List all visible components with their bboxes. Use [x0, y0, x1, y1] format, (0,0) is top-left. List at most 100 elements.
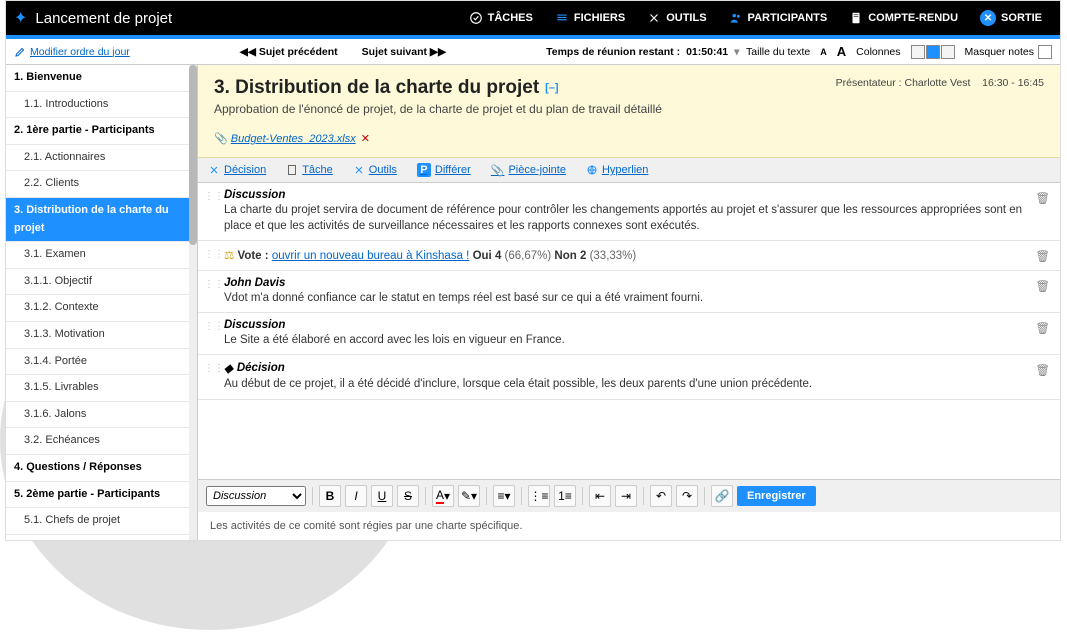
action-hyperlink[interactable]: Hyperlien: [586, 164, 648, 176]
agenda-item[interactable]: 2. 1ère partie - Participants: [6, 118, 197, 145]
underline-btn[interactable]: U: [371, 485, 393, 507]
save-button[interactable]: Enregistrer: [737, 486, 816, 506]
text-color-btn[interactable]: A▾: [432, 485, 454, 507]
outdent-btn[interactable]: ⇤: [589, 485, 611, 507]
note-body: Le Site a été élaboré en accord avec les…: [224, 332, 1050, 348]
agenda-item[interactable]: 5.2. Conseillers: [6, 535, 197, 540]
nav-report-label: COMPTE-RENDU: [868, 12, 958, 24]
strike-btn[interactable]: S: [397, 485, 419, 507]
text-size-small[interactable]: A: [820, 47, 827, 57]
drag-handle-icon[interactable]: ⋮⋮: [204, 279, 224, 290]
note-body: Au début de ce projet, il a été décidé d…: [224, 376, 1050, 392]
nav-exit-label: SORTIE: [1001, 12, 1042, 24]
content-area: 3. Distribution de la charte du projet […: [198, 65, 1060, 540]
editor-toolbar: Discussion B I U S A▾ ✎▾ ≡▾ ⋮≡ 1≡ ⇤ ⇥ ↶ …: [198, 479, 1060, 512]
columns-1[interactable]: [911, 45, 925, 59]
drag-handle-icon[interactable]: ⋮⋮: [204, 249, 224, 260]
next-subject-btn[interactable]: Sujet suivant ▶▶: [362, 46, 446, 58]
prev-subject-btn[interactable]: ◀◀ Sujet précédent: [240, 46, 338, 58]
trash-icon[interactable]: 🗑: [1035, 249, 1050, 263]
redo-btn[interactable]: ↷: [676, 485, 698, 507]
agenda-item[interactable]: 3.1.4. Portée: [6, 349, 197, 376]
agenda-item[interactable]: 5. 2ème partie - Participants: [6, 482, 197, 509]
action-attachment[interactable]: 📎 Pièce-jointe: [491, 164, 566, 177]
agenda-item[interactable]: 2.2. Clients: [6, 171, 197, 198]
nav-exit[interactable]: ✕ SORTIE: [970, 10, 1052, 26]
notes-area: ⋮⋮ 🗑 Discussion La charte du projet serv…: [198, 183, 1060, 479]
subject-time: 16:30 - 16:45: [982, 77, 1044, 89]
vote-yes-pct: (66,67%): [505, 250, 552, 262]
agenda-sidebar: 1. Bienvenue1.1. Introductions2. 1ère pa…: [6, 65, 198, 540]
nav-tasks[interactable]: TÂCHES: [459, 10, 543, 26]
columns-3[interactable]: [941, 45, 955, 59]
columns-2[interactable]: [926, 45, 940, 59]
bullet-list-btn[interactable]: ⋮≡: [528, 485, 550, 507]
highlight-btn[interactable]: ✎▾: [458, 485, 480, 507]
note-label: Décision: [237, 362, 285, 374]
nav-report[interactable]: COMPTE-RENDU: [839, 10, 968, 26]
italic-btn[interactable]: I: [345, 485, 367, 507]
edit-order-label: Modifier ordre du jour: [30, 46, 130, 58]
columns-label: Colonnes: [856, 46, 900, 58]
undo-btn[interactable]: ↶: [650, 485, 672, 507]
nav-participants[interactable]: PARTICIPANTS: [719, 10, 838, 26]
note-body: Vdot m'a donné confiance car le statut e…: [224, 290, 1050, 306]
scales-icon: ⚖: [224, 250, 234, 262]
decision-icon: ◆: [224, 361, 233, 375]
action-defer[interactable]: P Différer: [417, 163, 471, 177]
edit-order-link[interactable]: Modifier ordre du jour: [14, 46, 130, 58]
action-task[interactable]: Tâche: [286, 164, 333, 176]
trash-icon[interactable]: 🗑: [1035, 363, 1050, 377]
time-remaining: Temps de réunion restant : 01:50:41 ▾: [546, 46, 739, 58]
agenda-item[interactable]: 3. Distribution de la charte du projet: [6, 198, 197, 242]
trash-icon[interactable]: 🗑: [1035, 321, 1050, 335]
topbar: ✦ Lancement de projet TÂCHES FICHIERS OU…: [6, 1, 1060, 35]
toolbar: Modifier ordre du jour ◀◀ Sujet précéden…: [6, 39, 1060, 65]
paperclip-icon: 📎: [214, 133, 228, 145]
note-body: La charte du projet servira de document …: [224, 202, 1050, 234]
trash-icon[interactable]: 🗑: [1035, 279, 1050, 293]
align-btn[interactable]: ≡▾: [493, 485, 515, 507]
trash-icon[interactable]: 🗑: [1035, 191, 1050, 205]
agenda-item[interactable]: 5.1. Chefs de projet: [6, 508, 197, 535]
number-list-btn[interactable]: 1≡: [554, 485, 576, 507]
drag-handle-icon[interactable]: ⋮⋮: [204, 363, 224, 374]
link-btn[interactable]: 🔗: [711, 485, 733, 507]
note-entry-vote: ⋮⋮ 🗑 ⚖ Vote : ouvrir un nouveau bureau à…: [198, 241, 1060, 271]
agenda-item[interactable]: 3.1.6. Jalons: [6, 402, 197, 429]
note-entry: ⋮⋮ 🗑 Discussion La charte du projet serv…: [198, 183, 1060, 241]
text-size-large[interactable]: A: [837, 44, 846, 59]
agenda-item[interactable]: 4. Questions / Réponses: [6, 455, 197, 482]
note-type-select[interactable]: Discussion: [206, 486, 306, 506]
remove-attachment-icon[interactable]: ✕: [361, 133, 370, 145]
agenda-item[interactable]: 3.1.1. Objectif: [6, 269, 197, 296]
nav-files[interactable]: FICHIERS: [545, 10, 635, 26]
sidebar-scrollbar[interactable]: [189, 65, 197, 540]
app-title: Lancement de projet: [35, 10, 172, 27]
action-tools[interactable]: Outils: [353, 164, 397, 176]
app-logo-icon: ✦: [14, 8, 27, 28]
note-entry-decision: ⋮⋮ 🗑 ◆ Décision Au début de ce projet, i…: [198, 355, 1060, 399]
nav-tools[interactable]: OUTILS: [637, 10, 716, 26]
agenda-item[interactable]: 3.1.3. Motivation: [6, 322, 197, 349]
agenda-item[interactable]: 3.1.5. Livrables: [6, 375, 197, 402]
agenda-item[interactable]: 1. Bienvenue: [6, 65, 197, 92]
bold-btn[interactable]: B: [319, 485, 341, 507]
top-nav: TÂCHES FICHIERS OUTILS PARTICIPANTS COMP…: [459, 10, 1052, 26]
agenda-item[interactable]: 3.2. Echéances: [6, 428, 197, 455]
editor-content[interactable]: Les activités de ce comité sont régies p…: [198, 512, 1060, 540]
agenda-item[interactable]: 2.1. Actionnaires: [6, 145, 197, 172]
time-dropdown-icon[interactable]: ▾: [734, 46, 739, 58]
collapse-icon[interactable]: [–]: [545, 82, 558, 94]
attachment-link[interactable]: Budget-Ventes_2023.xlsx: [231, 133, 356, 145]
agenda-item[interactable]: 3.1. Examen: [6, 242, 197, 269]
hide-notes-btn[interactable]: Masquer notes: [965, 45, 1052, 59]
action-decision[interactable]: Décision: [208, 164, 266, 176]
agenda-item[interactable]: 1.1. Introductions: [6, 92, 197, 119]
agenda-item[interactable]: 3.1.2. Contexte: [6, 295, 197, 322]
drag-handle-icon[interactable]: ⋮⋮: [204, 321, 224, 332]
drag-handle-icon[interactable]: ⋮⋮: [204, 191, 224, 202]
note-label: Discussion: [224, 319, 1050, 331]
vote-link[interactable]: ouvrir un nouveau bureau à Kinshasa !: [272, 250, 470, 262]
indent-btn[interactable]: ⇥: [615, 485, 637, 507]
